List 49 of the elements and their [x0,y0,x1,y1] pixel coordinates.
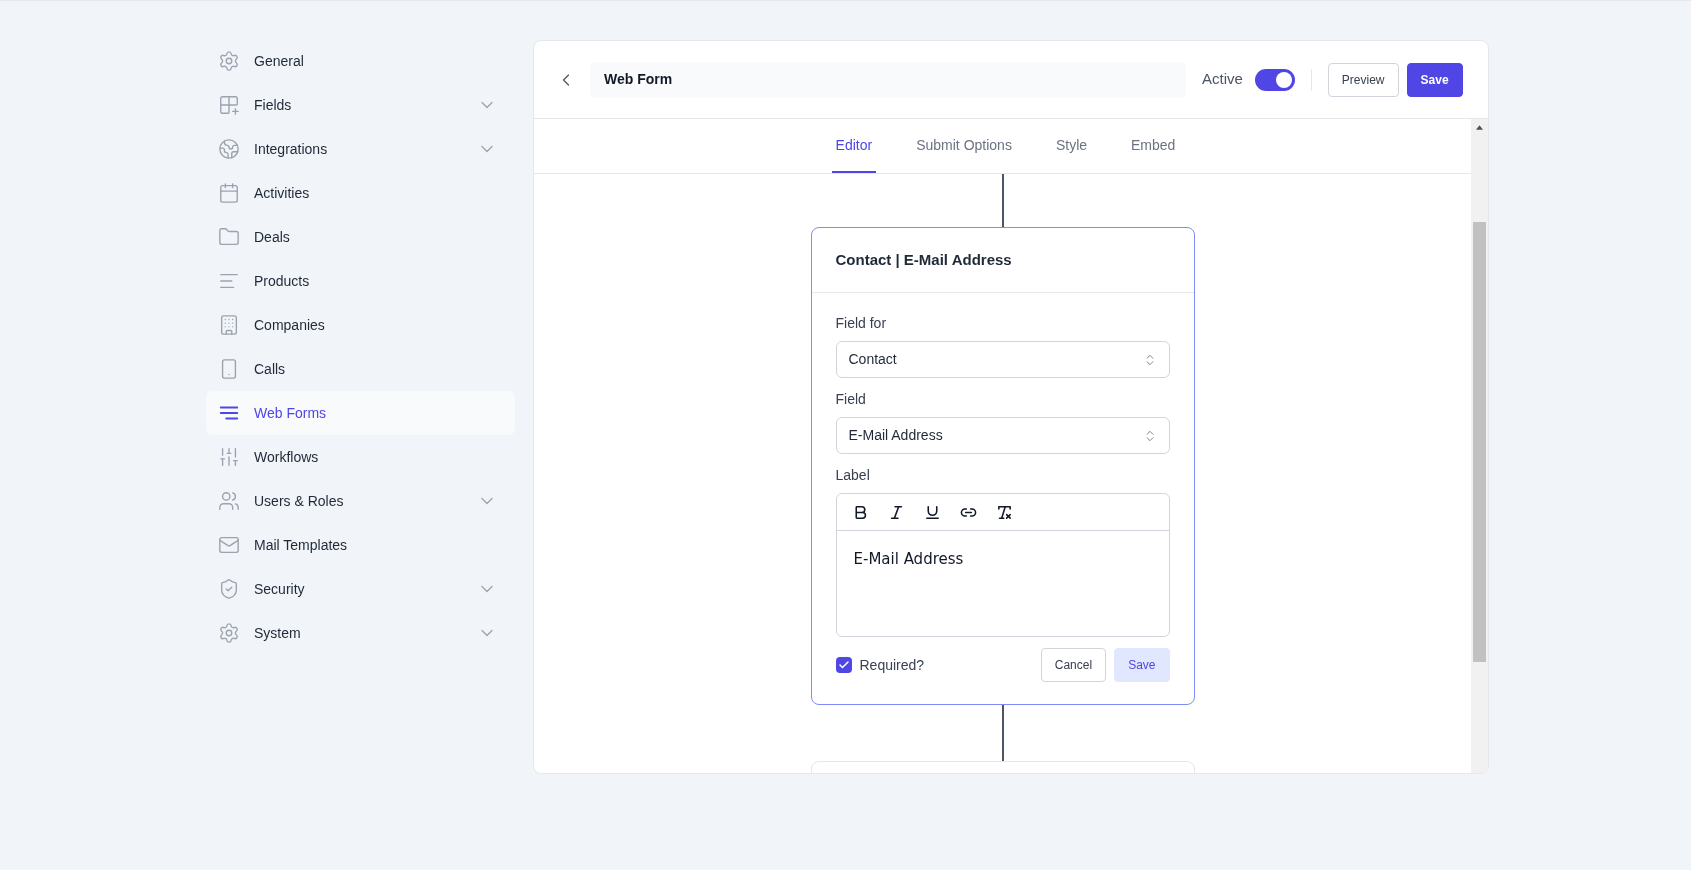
active-label: Active [1202,69,1243,90]
sidebar-item[interactable]: Activities [206,171,515,215]
sidebar-item[interactable]: Calls [206,347,515,391]
field-label: Field for [835,314,888,333]
required-checkbox[interactable] [835,657,852,673]
tab[interactable]: Embed [1127,119,1180,173]
card-title: Contact | E-Mail Address [835,249,1012,270]
sidebar-item[interactable]: Workflows [206,435,515,479]
underline-icon[interactable] [923,503,941,521]
field-label: Label [835,466,871,485]
title-field[interactable]: Web Form [590,61,1186,98]
check-icon [837,659,850,671]
save-button[interactable]: Save [1406,62,1463,97]
cancel-button[interactable]: Cancel [1040,648,1107,682]
clear-format-icon[interactable] [995,503,1013,521]
preview-button[interactable]: Preview [1327,62,1399,97]
sidebar-item[interactable]: Users & Roles [206,479,515,523]
sidebar-item[interactable]: Deals [206,215,515,259]
globe-icon [218,138,240,160]
sidebar-item[interactable]: Companies [206,303,515,347]
sidebar-item[interactable]: Fields [206,83,515,127]
sidebar-item[interactable]: Products [206,259,515,303]
tab[interactable]: Style [1051,119,1092,173]
save-button[interactable]: Save [1114,648,1170,682]
shield-check-icon [218,578,240,600]
select-field[interactable]: E-Mail Address [835,417,1170,454]
sliders-icon [218,446,240,468]
sidebar-item[interactable]: General [206,39,515,83]
gear-icon [218,622,240,644]
active-toggle[interactable] [1254,68,1295,91]
folder-icon [218,226,240,248]
gear-icon [218,50,240,72]
building-icon [218,314,240,336]
users-icon [218,490,240,512]
sidebar-item[interactable]: System [206,611,515,655]
field-label: Field [835,390,867,409]
scrollbar[interactable] [1471,119,1488,773]
mail-icon [218,534,240,556]
squares-plus-icon [218,94,240,116]
select-field[interactable]: Contact [835,341,1170,378]
scroll-up-icon[interactable] [1476,125,1483,130]
sidebar-item[interactable]: Security [206,567,515,611]
sidebar-item[interactable]: Integrations [206,127,515,171]
tab[interactable]: Submit Options [912,119,1016,173]
required-label: Required? [859,655,926,675]
sidebar-item[interactable]: Mail Templates [206,523,515,567]
tab[interactable]: Editor [831,119,877,173]
calendar-icon [218,182,240,204]
sidebar-item[interactable]: Web Forms [206,391,515,435]
